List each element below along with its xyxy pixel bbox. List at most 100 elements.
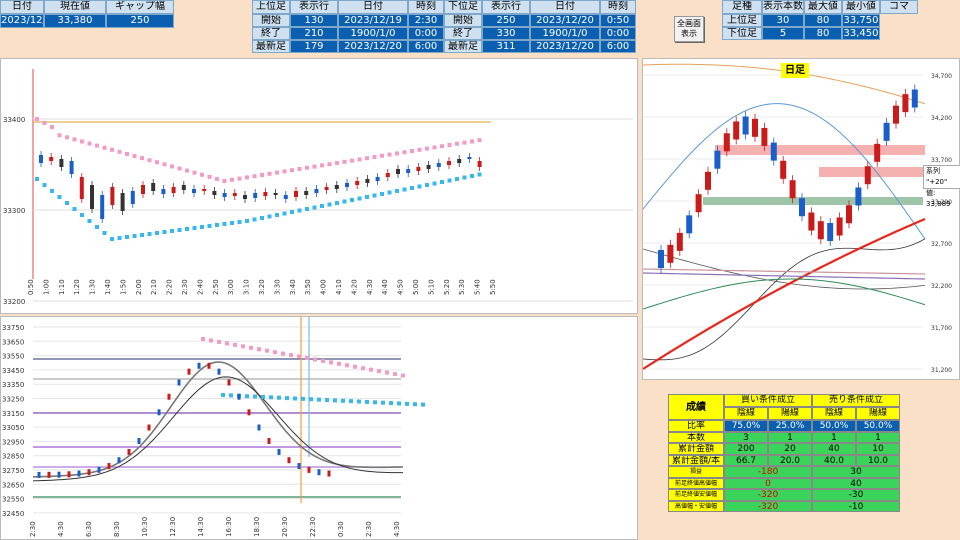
upper-band-dot xyxy=(320,163,324,168)
band-dot-blue xyxy=(293,396,297,401)
candle-body xyxy=(247,409,251,416)
bottom-x-tick: 8:30 xyxy=(113,521,121,537)
upper-band-dot xyxy=(305,165,309,170)
bottom-y-tick: 33750 xyxy=(2,324,24,332)
stats-row-1-val-0: 3 xyxy=(724,431,768,443)
top-x-tick: 2:20 xyxy=(166,279,174,295)
daily-candle xyxy=(705,171,711,190)
upper-header-1: 表示行 xyxy=(290,0,338,14)
top-x-tick: 5:10 xyxy=(427,279,435,295)
top-y-tick: 33400 xyxy=(3,116,25,124)
upper-band-dot xyxy=(410,149,414,153)
candle-body xyxy=(69,161,74,174)
lower-band-dot xyxy=(215,223,219,227)
lower-header-2: 日付 xyxy=(530,0,600,14)
stats-row-3-val-1: 20.0 xyxy=(768,454,812,466)
upper-band-dot xyxy=(267,171,272,176)
daily-candle xyxy=(846,205,852,224)
bar-cell-0-3: 33,750 xyxy=(842,14,880,27)
band-dot-blue xyxy=(325,398,329,402)
candle-body xyxy=(187,368,191,375)
candle-body xyxy=(87,469,91,476)
daily-candle xyxy=(686,215,693,234)
lower-band-dot xyxy=(237,220,242,224)
band-dot-pink xyxy=(385,370,389,375)
intraday-lower-chart[interactable]: 33750 33650 33550 33450 33350 33250 33150 33050… xyxy=(0,316,638,540)
summary-header-date: 日付 xyxy=(0,0,44,14)
candle-body xyxy=(334,185,339,189)
lower-band-dot xyxy=(350,198,354,202)
band-dot-pink xyxy=(361,366,365,371)
intraday-upper-chart[interactable]: 33400 33300 33200 0:50 1:00 1:10 1:20 1:30 1:40 1… xyxy=(0,58,638,314)
daily-chart[interactable]: 34,700 34,200 33,700 33,200 32,700 32,200 31,7… xyxy=(642,58,960,380)
daily-y-tick: 34,700 xyxy=(931,73,952,80)
lower-band-dot xyxy=(380,192,384,196)
support-zone xyxy=(703,197,923,205)
lower-band-dot xyxy=(462,175,467,180)
bottom-x-tick: 16:30 xyxy=(225,517,233,537)
band-dot-blue xyxy=(277,395,281,400)
upper-band-dot xyxy=(87,141,92,146)
stats-row-0-val-0: 75.0% xyxy=(724,420,768,432)
candle-body xyxy=(297,463,301,470)
resistance-zone xyxy=(715,145,925,155)
lower-band-dot xyxy=(117,236,122,240)
band-dot-pink xyxy=(257,347,261,352)
daily-candle xyxy=(893,105,899,124)
upper-band-dot xyxy=(177,166,182,171)
lower-band-dot xyxy=(132,234,137,238)
upper-band-dot xyxy=(455,141,459,146)
chart-tooltip: 系列 "+20" 値: 33,889 xyxy=(923,165,960,208)
candle-body xyxy=(243,195,247,199)
candle-body xyxy=(79,177,84,199)
upper-band-dot xyxy=(282,169,287,174)
upper-cell-2-0: 最新足 xyxy=(252,40,290,53)
stats-row-3-val-2: 40.0 xyxy=(812,454,856,466)
top-x-tick: 1:10 xyxy=(58,279,66,295)
candle-body xyxy=(385,173,390,177)
stats-sell-header: 売り条件成立 xyxy=(812,394,900,407)
band-dot-blue xyxy=(365,399,369,404)
upper-band-dot xyxy=(65,135,69,140)
candle-body xyxy=(49,157,54,161)
bar-header-3: 最小値 xyxy=(842,0,880,14)
fullscreen-button[interactable]: 全画面 表示 xyxy=(674,16,704,42)
upper-header-3: 時刻 xyxy=(408,0,444,14)
daily-y-tick: 34,200 xyxy=(931,115,952,122)
band-dot-blue xyxy=(421,402,425,407)
band-dot-pink xyxy=(345,363,349,368)
stats-subheader-2: 陰線 xyxy=(812,407,856,420)
lower-band-dot xyxy=(447,178,452,183)
lower-cell-0-2: 2023/12/20 xyxy=(530,14,600,27)
candle-body xyxy=(277,448,281,455)
bottom-x-tick: 4:30 xyxy=(57,521,65,537)
lower-header-0: 下位足 xyxy=(444,0,482,14)
bottom-x-tick: 22:30 xyxy=(309,517,317,537)
candle-body xyxy=(477,161,482,167)
top-x-tick: 0:50 xyxy=(27,279,35,295)
candle-body xyxy=(227,379,231,386)
upper-band-dot xyxy=(252,174,257,179)
upper-cell-1-3: 0:00 xyxy=(408,27,444,40)
lower-header-3: 時刻 xyxy=(600,0,636,14)
lower-band-dot xyxy=(357,196,362,201)
lower-band-dot xyxy=(65,201,69,205)
bottom-x-tick: 2:30 xyxy=(365,521,373,537)
upper-band-dot xyxy=(147,158,152,163)
stats-row-2-val-1: 20 xyxy=(768,443,812,455)
bar-header-4: コマ xyxy=(880,0,918,14)
upper-band-dot xyxy=(402,150,407,155)
upper-band-dot xyxy=(200,172,204,177)
upper-band-dot xyxy=(192,170,197,175)
top-x-tick: 1:30 xyxy=(89,279,97,295)
lower-band-dot xyxy=(365,195,369,199)
lower-chart-canvas: 33750 33650 33550 33450 33350 33250 33150 33050… xyxy=(2,317,425,537)
daily-candle xyxy=(799,198,805,217)
candle-body xyxy=(177,379,181,386)
stats-row-1-val-1: 1 xyxy=(768,431,812,443)
stats-row-label-4: 損益 xyxy=(668,466,724,478)
lower-band-dot xyxy=(192,226,197,230)
upper-cell-2-3: 6:00 xyxy=(408,40,444,53)
upper-band-dot xyxy=(215,176,219,181)
top-x-tick: 2:00 xyxy=(135,279,143,295)
